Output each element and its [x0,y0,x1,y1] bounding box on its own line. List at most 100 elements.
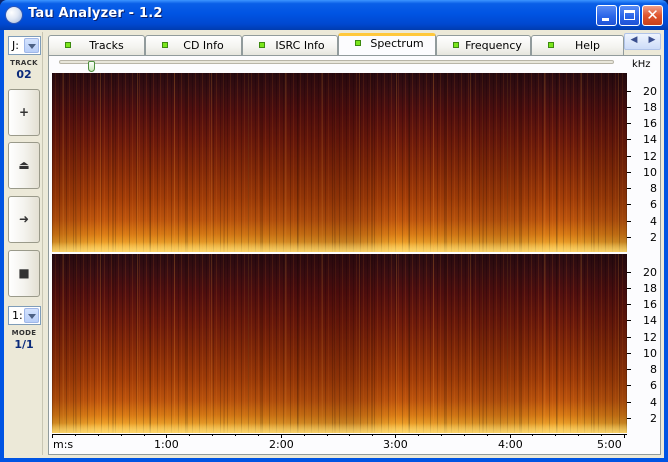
frequency-tick-label: 18 [643,282,657,295]
slider-thumb[interactable] [88,61,95,72]
frequency-tick [627,385,631,386]
frequency-tick [627,204,631,205]
tab-strip: Tracks CD Info ISRC Info Spectrum Freque… [48,33,661,55]
time-tick-label: 4:00 [498,438,523,451]
time-tick-label: 5:00 [597,438,622,451]
frequency-tick [627,418,631,419]
frequency-tick-label: 18 [643,101,657,114]
time-tick [418,434,419,436]
tab-label: Spectrum [370,37,424,50]
title-bar[interactable]: Tau Analyzer - 1.2 ✕ [0,0,668,30]
time-axis-unit: m:s [53,438,74,451]
maximize-button[interactable] [619,5,640,26]
frequency-tick [627,402,631,403]
time-tick [532,434,533,436]
close-icon: ✕ [646,6,659,24]
frequency-tick-label: 16 [643,117,657,130]
track-number: 02 [16,68,32,81]
stop-button[interactable]: ■ [8,250,40,297]
frequency-tick-label: 2 [650,231,657,244]
minimize-button[interactable] [596,5,617,26]
frequency-tick-label: 20 [643,266,657,279]
frequency-tick-label: 6 [650,379,657,392]
time-tick [372,434,373,436]
app-icon [6,7,22,23]
mode-caption: MODE [11,329,37,337]
frequency-tick [627,188,631,189]
zoom-in-button[interactable]: + [8,89,40,136]
frequency-tick-label: 8 [650,182,657,195]
frequency-tick [627,304,631,305]
tab-scroll-arrows: ◀ ▶ [624,33,661,50]
time-tick [212,434,213,436]
frequency-tick-label: 2 [650,412,657,425]
spectrogram-bottom-channel[interactable] [52,254,627,433]
tab-label: ISRC Info [275,39,325,52]
track-caption: TRACK [10,59,38,67]
frequency-tick [627,139,631,140]
frequency-tick [627,123,631,124]
close-button[interactable]: ✕ [642,5,663,26]
tab-label: Frequency [465,39,522,52]
app-window: Tau Analyzer - 1.2 ✕ J: TRACK 02 + ⏏ ➜ ■… [0,0,668,462]
time-tick [304,434,305,436]
frequency-tick-label: 16 [643,298,657,311]
frequency-tick [627,237,631,238]
frequency-tick [627,353,631,354]
frequency-tick-label: 10 [643,166,657,179]
plus-icon: + [18,105,30,119]
tab-help[interactable]: Help [531,35,624,55]
chevron-left-icon[interactable]: ◀ [626,35,642,45]
frequency-tick [627,221,631,222]
frequency-tick [627,337,631,338]
tab-spectrum[interactable]: Spectrum [338,33,436,55]
status-led-icon [548,42,554,48]
time-axis-line [52,434,627,435]
play-button[interactable]: ➜ [8,196,40,243]
time-tick [487,434,488,436]
frequency-axis-bottom: 20 18 16 14 12 10 8 6 4 2 [627,254,661,433]
chevron-right-icon[interactable]: ▶ [644,35,660,45]
time-tick [121,434,122,436]
spectrogram-shading [52,254,627,433]
client-area: J: TRACK 02 + ⏏ ➜ ■ 1: MODE 1/1 Tracks C… [4,30,664,458]
mode-select[interactable]: 1: [8,306,41,325]
frequency-tick [627,320,631,321]
frequency-tick-label: 10 [643,347,657,360]
spectrogram-top-channel[interactable] [52,73,627,252]
tab-cd-info[interactable]: CD Info [145,35,242,55]
frequency-tick-label: 12 [643,150,657,163]
tab-isrc-info[interactable]: ISRC Info [242,35,338,55]
frequency-tick-label: 14 [643,133,657,146]
mode-number: 1/1 [14,338,34,351]
spectrogram-low-band [52,242,627,252]
eject-button[interactable]: ⏏ [8,142,40,189]
tab-frequency[interactable]: Frequency [436,35,531,55]
status-led-icon [65,42,71,48]
frequency-tick [627,288,631,289]
frequency-tick-label: 20 [643,85,657,98]
frequency-tick [627,369,631,370]
frequency-tick [627,156,631,157]
time-tick [189,434,190,436]
time-tick [327,434,328,436]
time-tick [258,434,259,436]
frequency-tick [627,91,631,92]
time-tick [624,434,625,438]
chevron-down-icon[interactable] [24,38,39,53]
arrow-right-icon: ➜ [18,212,30,226]
mode-select-value: 1: [12,309,23,322]
drive-select[interactable]: J: [8,36,41,55]
frequency-tick-label: 4 [650,215,657,228]
time-tick [235,434,236,436]
chevron-down-icon[interactable] [24,308,39,323]
position-slider[interactable] [59,60,614,72]
spectrogram-shading [52,73,627,252]
maximize-icon [624,10,635,20]
tab-tracks[interactable]: Tracks [48,35,145,55]
time-tick [601,434,602,436]
frequency-tick-label: 4 [650,396,657,409]
time-tick [52,434,53,438]
left-toolbar: J: TRACK 02 + ⏏ ➜ ■ 1: MODE 1/1 [5,32,43,455]
frequency-tick [627,272,631,273]
